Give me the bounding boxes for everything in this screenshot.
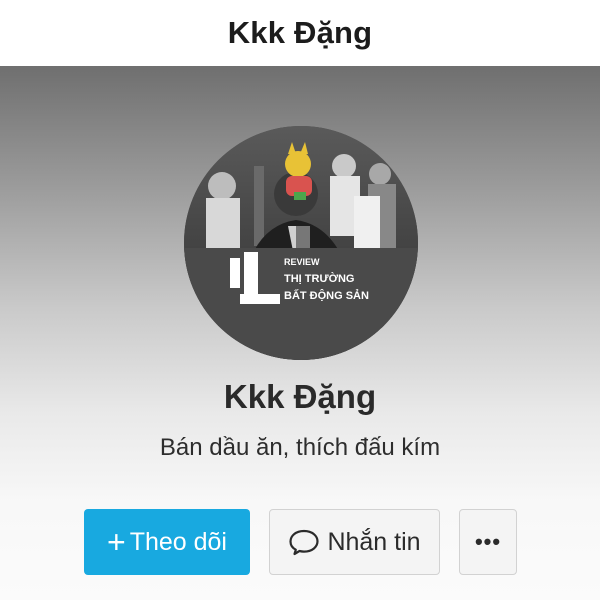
- avatar[interactable]: REVIEW THỊ TRƯỜNG BẤT ĐỘNG SẢN: [184, 126, 418, 360]
- screen: Kkk Đặng REVIEW THỊ TRƯỜNG BẤT ĐỘNG SẢN …: [0, 0, 600, 600]
- message-button[interactable]: Nhắn tin: [269, 509, 440, 575]
- avatar-overlay-line1: THỊ TRƯỜNG: [284, 272, 354, 285]
- follow-button[interactable]: + Theo dõi: [84, 509, 250, 575]
- profile-name: Kkk Đặng: [223, 378, 377, 415]
- follow-label: Theo dõi: [129, 527, 227, 556]
- plus-icon: +: [107, 524, 126, 560]
- avatar-overlay-label: REVIEW: [284, 257, 320, 267]
- more-options-button[interactable]: •••: [459, 509, 517, 575]
- chat-bubble-icon: [288, 528, 320, 556]
- profile-header: REVIEW THỊ TRƯỜNG BẤT ĐỘNG SẢN Kkk Đặng …: [0, 66, 600, 600]
- avatar-overlay-line2: BẤT ĐỘNG SẢN: [284, 289, 369, 302]
- profile-bio: Bán dầu ăn, thích đấu kím: [159, 434, 441, 461]
- more-dots-icon: •••: [474, 529, 502, 554]
- avatar-image: REVIEW THỊ TRƯỜNG BẤT ĐỘNG SẢN: [184, 126, 418, 360]
- message-label: Nhắn tin: [327, 527, 421, 556]
- top-bar: Kkk Đặng: [0, 0, 600, 66]
- page-title: Kkk Đặng: [227, 15, 373, 50]
